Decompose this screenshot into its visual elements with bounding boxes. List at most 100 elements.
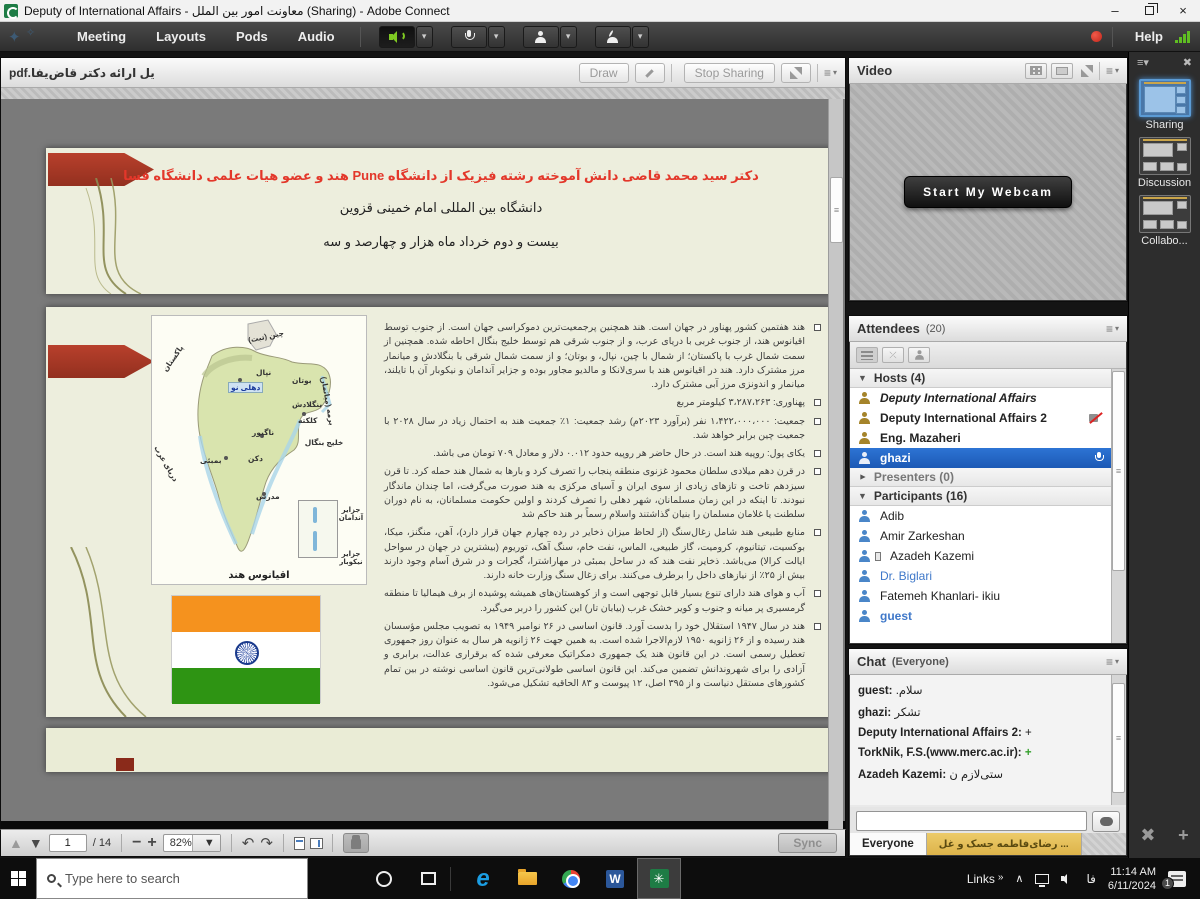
zoom-out-button[interactable]: − [132,834,141,852]
breakout-view-button[interactable]: ⤫ [882,347,904,363]
chat-messages: guest: سلام. ghazi: تشکر Deputy Internat… [850,675,1111,805]
chat-pod-menu-icon[interactable]: ≡▾ [1106,655,1119,669]
draw-button[interactable]: Draw [579,63,629,83]
microphone-button[interactable] [451,26,487,48]
presenters-group-row[interactable]: ▼Presenters (0) [850,468,1111,487]
webcam-menu-caret[interactable]: ▾ [560,26,577,48]
chat-scrollbar[interactable]: ≡ [1111,675,1126,805]
delete-layout-icon[interactable]: ✖ [1140,825,1155,846]
raise-hand-menu-caret[interactable]: ▾ [632,26,649,48]
chrome-icon[interactable] [549,858,593,899]
close-button[interactable]: × [1166,0,1200,21]
connection-status-icon[interactable] [1175,31,1190,43]
chat-scrollbar-thumb[interactable]: ≡ [1112,683,1125,793]
word-icon[interactable]: W [593,858,637,899]
layout-bar-close-icon[interactable]: ✖ [1183,56,1192,69]
attendee-row[interactable]: guest [850,606,1111,626]
video-pod-menu-icon[interactable]: ≡▾ [1106,64,1119,78]
menu-audio[interactable]: Audio [283,22,350,51]
menu-meeting[interactable]: Meeting [62,22,141,51]
tray-overflow-icon[interactable]: ∧ [1015,872,1023,885]
layout-thumbnail-sharing[interactable] [1139,79,1191,117]
map-caption: اقیانوس هند [152,570,366,581]
pointer-tool-button[interactable] [635,63,665,83]
attendee-row[interactable]: Azadeh Kazemi [850,546,1111,566]
zoom-caret-icon[interactable]: ▼ [192,835,220,851]
layout-thumbnail-collaboration[interactable] [1139,195,1191,233]
time: 11:14 AM [1108,865,1156,879]
attendees-pod-menu-icon[interactable]: ≡▾ [1106,322,1119,336]
network-icon[interactable] [1035,874,1049,884]
language-indicator[interactable]: فا [1086,872,1095,886]
chat-message-input[interactable] [856,811,1087,831]
attendee-row[interactable]: Eng. Mazaheri [850,428,1111,448]
send-message-button[interactable] [1092,811,1120,832]
webcam-button[interactable] [523,26,559,48]
search-icon [47,874,56,883]
start-button[interactable] [0,858,36,899]
fullscreen-button[interactable] [781,63,811,83]
raise-hand-button[interactable] [595,26,631,48]
pan-tool-button[interactable] [343,833,369,853]
menu-layouts[interactable]: Layouts [141,22,221,51]
microphone-menu-caret[interactable]: ▾ [488,26,505,48]
attendee-row[interactable]: Amir Zarkeshan [850,526,1111,546]
cortana-icon[interactable] [362,858,406,899]
layout-thumbnail-discussion[interactable] [1139,137,1191,175]
file-explorer-icon[interactable] [505,858,549,899]
page-number-input[interactable] [49,834,87,852]
zoom-in-button[interactable]: + [147,834,156,852]
attendee-row[interactable]: Deputy International Affairs [850,388,1111,408]
chat-tab-everyone[interactable]: Everyone [850,833,927,855]
filmstrip-view-button[interactable] [1051,63,1073,79]
speaker-button[interactable] [379,26,415,48]
taskbar-search[interactable]: Type here to search [36,858,308,899]
adobe-connect-taskbar-icon[interactable]: ✳ [637,858,681,899]
attendees-scrollbar-thumb[interactable]: ≡ [1112,371,1125,571]
participants-group-row[interactable]: ▼Participants (16) [850,487,1111,506]
fit-width-button[interactable] [310,838,323,849]
map-label: دهلی نو [228,382,263,393]
chat-tab-private[interactable]: ... رضای‌فاطمه جسک و غل [927,833,1082,855]
add-layout-icon[interactable]: + [1178,825,1189,846]
zoom-level-select[interactable]: 82%▼ [163,834,221,852]
minimize-button[interactable]: – [1098,0,1132,21]
attendees-scrollbar[interactable]: ≡ [1111,369,1126,643]
menu-pods[interactable]: Pods [221,22,283,51]
stop-sharing-button[interactable]: Stop Sharing [684,63,775,83]
rotate-left-button[interactable]: ↶ [242,834,255,852]
speaker-menu-caret[interactable]: ▾ [416,26,433,48]
attendee-row-selected[interactable]: ghazi [850,448,1111,468]
pdf-toolbar: ▲ ▼ / 14 − + 82%▼ ↶ ↷ Sync [0,829,846,857]
help-menu[interactable]: Help [1123,29,1175,44]
video-fullscreen-icon[interactable] [1081,65,1093,77]
next-page-button[interactable]: ▼ [29,836,43,850]
attendee-row[interactable]: Deputy International Affairs 2 [850,408,1111,428]
fit-page-button[interactable] [294,837,305,850]
edge-icon[interactable]: e [461,858,505,899]
hosts-group-row[interactable]: ▼Hosts (4) [850,369,1111,388]
links-toolbar[interactable]: Links» [967,872,1004,886]
attendee-row[interactable]: Dr. Biglari [850,566,1111,586]
action-center-icon[interactable]: 1 [1168,871,1186,887]
rotate-right-button[interactable]: ↷ [260,834,273,852]
host-icon [858,452,871,464]
attendee-row[interactable]: Fatemeh Khanlari- ikiu [850,586,1111,606]
grid-view-button[interactable] [1025,63,1047,79]
document-scrollbar[interactable]: ≡ [828,99,843,830]
previous-page-button[interactable]: ▲ [9,836,23,850]
document-scrollbar-thumb[interactable]: ≡ [830,177,843,243]
attendee-list-view-button[interactable] [856,347,878,363]
volume-icon[interactable] [1061,873,1074,884]
start-webcam-button[interactable]: Start My Webcam [904,176,1072,208]
document-viewport[interactable]: دکتر سید محمد قاضی دانش آموخته رشته فیزی… [1,99,845,830]
restore-button[interactable] [1132,0,1166,21]
layout-bar-menu-icon[interactable]: ≡▾ [1137,56,1149,69]
clock[interactable]: 11:14 AM 6/11/2024 [1108,865,1156,893]
task-view-icon[interactable] [406,858,450,899]
attendee-status-view-button[interactable] [908,347,930,363]
attendee-row[interactable]: Adib [850,506,1111,526]
share-pod-menu-icon[interactable]: ≡▾ [824,66,837,80]
sync-button[interactable]: Sync [778,833,837,853]
microphone-icon [464,30,474,43]
